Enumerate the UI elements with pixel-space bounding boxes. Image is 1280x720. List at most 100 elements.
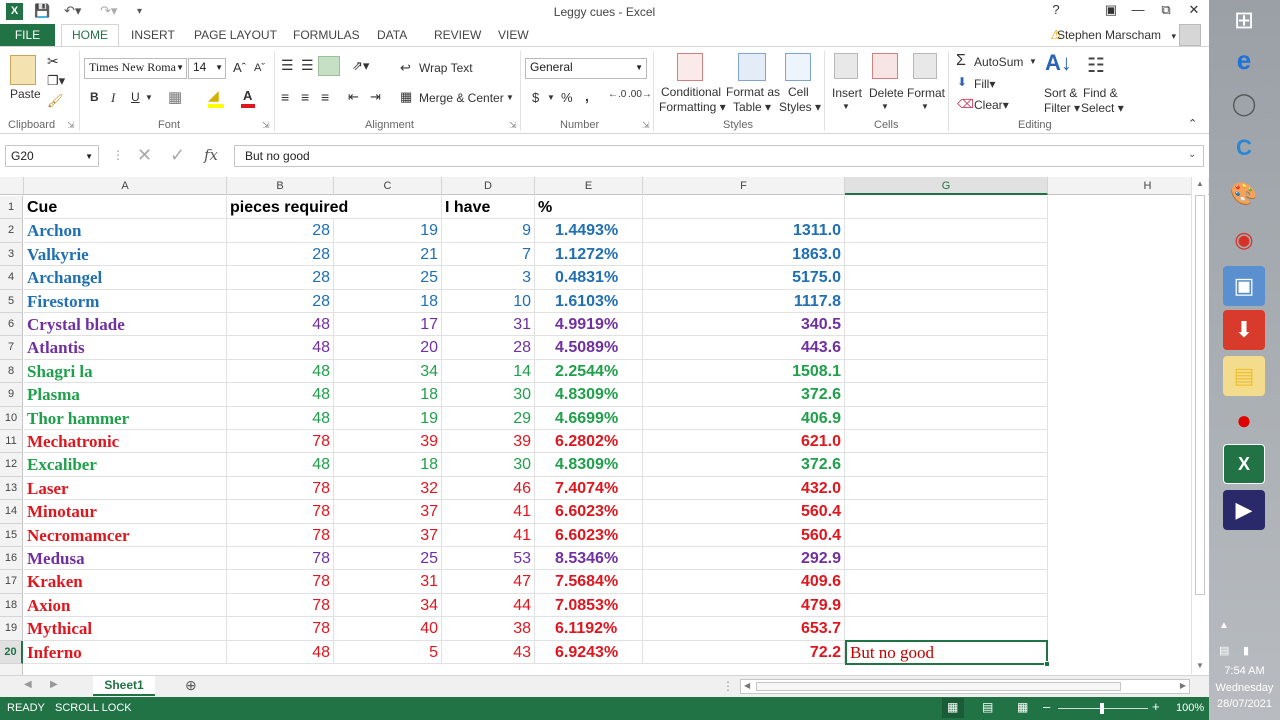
cell-g4[interactable] bbox=[845, 266, 1048, 290]
row-header-20[interactable]: 20 bbox=[0, 640, 23, 664]
row-header-4[interactable]: 4 bbox=[0, 266, 23, 290]
cell-f18[interactable]: 479.9 bbox=[643, 593, 845, 618]
cell-g20[interactable]: But no good bbox=[845, 640, 1048, 665]
cell-a18[interactable]: Axion bbox=[24, 593, 227, 618]
cell-d6[interactable]: 31 bbox=[442, 313, 535, 337]
tray-chevron-icon[interactable]: ▲ bbox=[1219, 620, 1229, 631]
cell-b4[interactable]: 28 bbox=[227, 266, 334, 290]
cell-f9[interactable]: 372.6 bbox=[643, 383, 845, 407]
cell-d2[interactable]: 9 bbox=[442, 219, 535, 243]
cell-e18[interactable]: 7.0853% bbox=[535, 593, 643, 618]
scroll-right-icon[interactable]: ▶ bbox=[1180, 681, 1186, 690]
copy-icon[interactable]: ❐▾ bbox=[47, 73, 65, 89]
cell-b19[interactable]: 78 bbox=[227, 617, 334, 641]
h-scroll-thumb[interactable] bbox=[756, 682, 1121, 691]
sort-filter-label[interactable]: Sort & bbox=[1044, 86, 1077, 100]
tab-file[interactable]: FILE bbox=[0, 24, 55, 46]
currency-dropdown-icon[interactable]: ▼ bbox=[547, 93, 555, 102]
media-player-icon[interactable]: ▶ bbox=[1223, 490, 1265, 530]
format-as-table-icon[interactable] bbox=[738, 53, 766, 81]
cell-e6[interactable]: 4.9919% bbox=[535, 313, 643, 337]
clock-date[interactable]: 28/07/2021 bbox=[1209, 698, 1280, 710]
autosum-dropdown-icon[interactable]: ▼ bbox=[1029, 57, 1037, 66]
paste-icon[interactable] bbox=[10, 55, 36, 85]
delete-cells-icon[interactable] bbox=[872, 53, 898, 79]
fill-color-icon[interactable]: ◢ bbox=[208, 87, 219, 104]
cell-f5[interactable]: 1117.8 bbox=[643, 289, 845, 313]
cell-b11[interactable]: 78 bbox=[227, 430, 334, 454]
cell-a15[interactable]: Necromamcer bbox=[24, 523, 227, 547]
cell-a10[interactable]: Thor hammer bbox=[24, 406, 227, 430]
cell-b15[interactable]: 78 bbox=[227, 523, 334, 547]
cell-a17[interactable]: Kraken bbox=[24, 570, 227, 594]
cell-d8[interactable]: 14 bbox=[442, 359, 535, 384]
cell-f1[interactable] bbox=[643, 196, 845, 220]
cell-g2[interactable] bbox=[845, 219, 1048, 243]
cell-c11[interactable]: 39 bbox=[334, 430, 442, 454]
cell-c19[interactable]: 40 bbox=[334, 617, 442, 641]
snipping-tool-icon[interactable]: ▣ bbox=[1223, 266, 1265, 306]
scroll-up-icon[interactable]: ▲ bbox=[1196, 179, 1204, 188]
cell-b13[interactable]: 78 bbox=[227, 476, 334, 501]
cell-f8[interactable]: 1508.1 bbox=[643, 359, 845, 384]
confirm-entry-icon[interactable]: ✓ bbox=[170, 145, 185, 166]
user-name[interactable]: Stephen Marscham bbox=[1057, 28, 1161, 42]
clear-button[interactable]: Clear▾ bbox=[974, 98, 1009, 112]
cell-b17[interactable]: 78 bbox=[227, 570, 334, 594]
zoom-out-icon[interactable]: – bbox=[1043, 699, 1050, 714]
paint-icon[interactable]: 🎨 bbox=[1223, 174, 1265, 214]
row-header-8[interactable]: 8 bbox=[0, 359, 23, 384]
tab-home[interactable]: HOME bbox=[61, 24, 119, 47]
scroll-down-icon[interactable]: ▼ bbox=[1196, 661, 1204, 670]
new-sheet-icon[interactable]: ⊕ bbox=[185, 677, 197, 694]
cell-b1[interactable]: pieces required bbox=[227, 196, 442, 220]
cell-d4[interactable]: 3 bbox=[442, 266, 535, 290]
cell-g3[interactable] bbox=[845, 242, 1048, 267]
cell-g10[interactable] bbox=[845, 406, 1048, 430]
sort-filter-label-2[interactable]: Filter ▾ bbox=[1044, 101, 1080, 115]
cell-a2[interactable]: Archon bbox=[24, 219, 227, 243]
mouse-icon[interactable]: ◯ bbox=[1223, 84, 1265, 124]
cell-d1[interactable]: I have bbox=[442, 196, 535, 220]
paste-button[interactable]: Paste bbox=[10, 87, 41, 101]
cell-d3[interactable]: 7 bbox=[442, 242, 535, 267]
cell-f7[interactable]: 443.6 bbox=[643, 336, 845, 360]
cell-c9[interactable]: 18 bbox=[334, 383, 442, 407]
shrink-font-icon[interactable]: Aˇ bbox=[254, 62, 265, 74]
minimize-icon[interactable]: — bbox=[1127, 2, 1149, 17]
cell-e15[interactable]: 6.6023% bbox=[535, 523, 643, 547]
cell-g13[interactable] bbox=[845, 476, 1048, 501]
cell-d5[interactable]: 10 bbox=[442, 289, 535, 313]
split-handle-icon[interactable]: ⋮ bbox=[722, 679, 734, 693]
page-break-view-icon[interactable]: ▦ bbox=[1017, 700, 1028, 714]
currency-button[interactable]: $ bbox=[532, 90, 539, 105]
horizontal-scrollbar[interactable]: ◀ ▶ bbox=[740, 679, 1190, 694]
cell-g9[interactable] bbox=[845, 383, 1048, 407]
cell-d15[interactable]: 41 bbox=[442, 523, 535, 547]
close-icon[interactable]: ✕ bbox=[1183, 2, 1205, 18]
cell-a9[interactable]: Plasma bbox=[24, 383, 227, 407]
cell-a14[interactable]: Minotaur bbox=[24, 500, 227, 524]
comma-button[interactable]: , bbox=[585, 88, 589, 104]
cell-f16[interactable]: 292.9 bbox=[643, 547, 845, 571]
name-box[interactable]: G20 ▼ bbox=[5, 145, 99, 167]
increase-indent-icon[interactable]: ⇥ bbox=[370, 89, 381, 105]
autosum-button[interactable]: AutoSum bbox=[974, 55, 1023, 69]
column-header-d[interactable]: D bbox=[442, 177, 535, 195]
cell-f2[interactable]: 1311.0 bbox=[643, 219, 845, 243]
cell-d7[interactable]: 28 bbox=[442, 336, 535, 360]
row-header-1[interactable]: 1 bbox=[0, 196, 23, 220]
cell-f4[interactable]: 5175.0 bbox=[643, 266, 845, 290]
tab-review[interactable]: REVIEW bbox=[434, 28, 481, 42]
tab-formulas[interactable]: FORMULAS bbox=[293, 28, 360, 42]
column-header-e[interactable]: E bbox=[535, 177, 643, 195]
font-launcher-icon[interactable]: ⇲ bbox=[262, 120, 270, 131]
clipboard-launcher-icon[interactable]: ⇲ bbox=[67, 120, 75, 131]
column-header-f[interactable]: F bbox=[643, 177, 845, 195]
cell-e11[interactable]: 6.2802% bbox=[535, 430, 643, 454]
cell-f20[interactable]: 72.2 bbox=[643, 640, 845, 664]
cell-b5[interactable]: 28 bbox=[227, 289, 334, 313]
conditional-formatting-label-2[interactable]: Formatting ▾ bbox=[659, 100, 726, 114]
row-header-11[interactable]: 11 bbox=[0, 430, 23, 454]
next-sheet-icon[interactable]: ▶ bbox=[50, 679, 58, 690]
